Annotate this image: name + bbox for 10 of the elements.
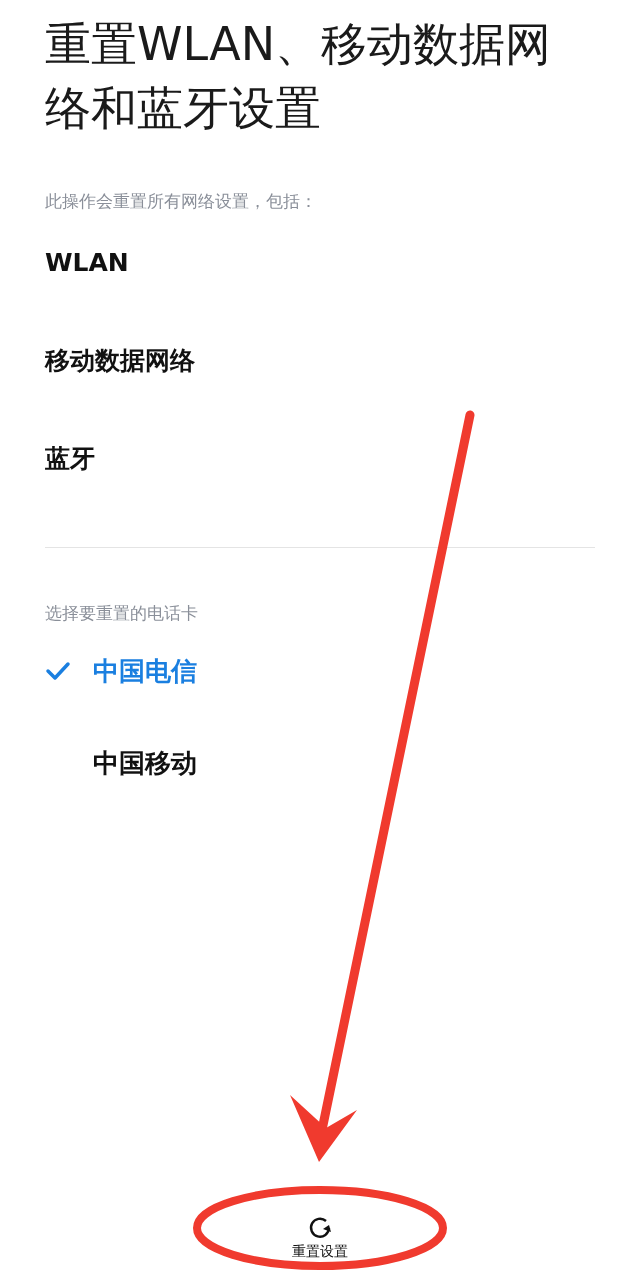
- sim-option[interactable]: 中国移动: [93, 745, 197, 781]
- description-text: 此操作会重置所有网络设置，包括：: [45, 190, 318, 213]
- sim-option[interactable]: 中国电信: [93, 653, 197, 689]
- setting-item: WLAN: [45, 246, 130, 279]
- setting-item: 移动数据网络: [45, 344, 196, 377]
- section-label: 选择要重置的电话卡: [45, 602, 199, 625]
- reset-button[interactable]: 重置设置: [286, 1213, 354, 1263]
- reset-icon: [307, 1215, 333, 1241]
- setting-item: 蓝牙: [45, 442, 96, 475]
- page-title: 重置WLAN、移动数据网络和蓝牙设置: [45, 16, 553, 137]
